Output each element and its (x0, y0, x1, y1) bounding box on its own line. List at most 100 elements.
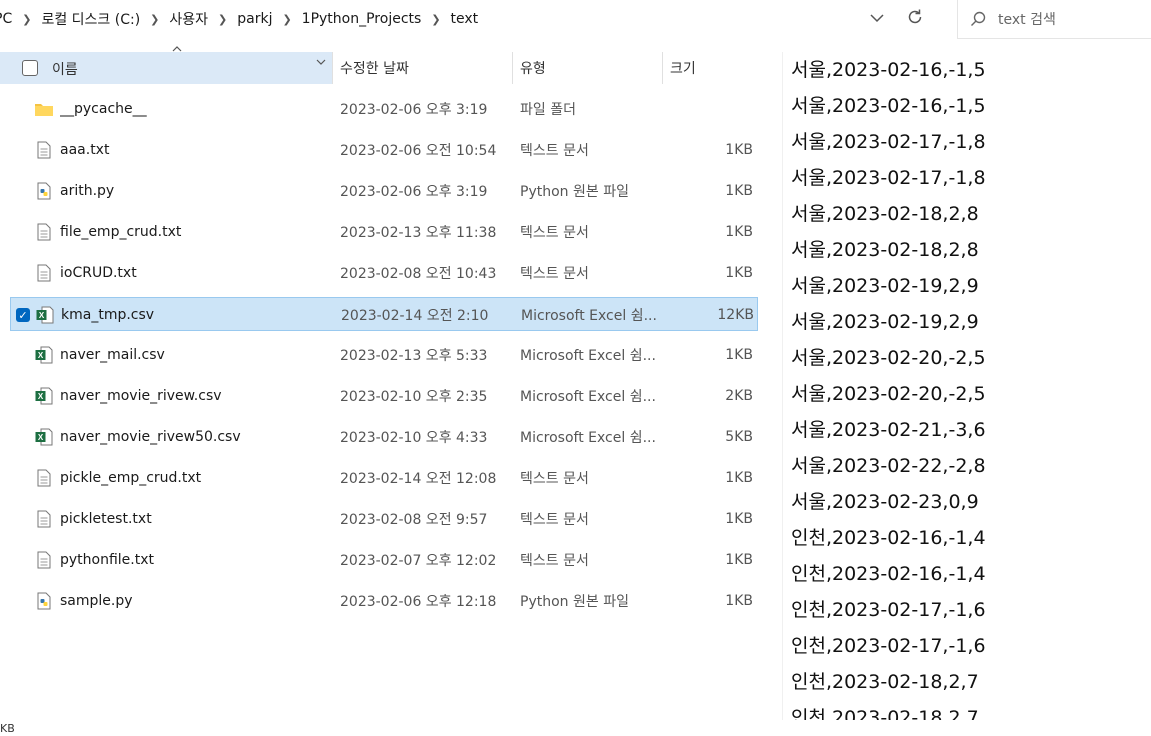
row-checkbox[interactable] (15, 338, 31, 372)
search-box[interactable]: text 검색 (957, 0, 1151, 39)
file-row[interactable]: __pycache__ 2023-02-06 오후 3:19 파일 폴더 (10, 92, 758, 126)
preview-pane: 서울,2023-02-16,-1,5 서울,2023-02-16,-1,5 서울,2… (783, 52, 1151, 720)
column-header-date[interactable]: 수정한 날짜 (340, 52, 409, 84)
file-date: 2023-02-06 오전 10:54 (340, 143, 497, 159)
file-date: 2023-02-06 오후 3:19 (340, 184, 488, 200)
preview-line: 서울,2023-02-22,-2,8 (791, 455, 986, 477)
column-header-name-label: 이름 (52, 62, 78, 78)
row-checkbox[interactable] (15, 215, 31, 249)
chevron-right-icon[interactable]: ❯ (276, 13, 297, 26)
file-type: 텍스트 문서 (520, 266, 589, 282)
preview-line: 서울,2023-02-16,-1,5 (791, 59, 986, 81)
file-date: 2023-02-10 오후 2:35 (340, 389, 488, 405)
file-name[interactable]: __pycache__ (60, 92, 330, 126)
preview-line: 인천,2023-02-17,-1,6 (791, 635, 986, 657)
chevron-right-icon[interactable]: ❯ (212, 13, 233, 26)
preview-line: 서울,2023-02-20,-2,5 (791, 347, 986, 369)
file-row[interactable]: pickletest.txt 2023-02-08 오전 9:57 텍스트 문서 1K… (10, 502, 758, 536)
row-checkbox[interactable] (15, 543, 31, 577)
file-name[interactable]: pickle_emp_crud.txt (60, 461, 330, 495)
column-divider[interactable] (662, 52, 663, 84)
row-checkbox[interactable] (15, 584, 31, 618)
row-checkbox[interactable] (15, 256, 31, 290)
file-row[interactable]: Xnaver_movie_rivew.csv 2023-02-10 오후 2:35… (10, 379, 758, 413)
file-name[interactable]: naver_mail.csv (60, 338, 330, 372)
breadcrumb[interactable]: PC ❯ 로컬 디스크 (C:) ❯ 사용자 ❯ parkj ❯ 1Python… (0, 0, 945, 38)
column-header-size[interactable]: 크기 (670, 52, 696, 84)
svg-text:X: X (38, 392, 44, 401)
excel-file-icon: X (35, 298, 55, 332)
file-size: 1KB (725, 142, 753, 158)
file-date: 2023-02-10 오후 4:33 (340, 430, 488, 446)
preview-line: 인천,2023-02-18,2,7 (791, 707, 979, 720)
row-checkbox[interactable] (15, 502, 31, 536)
breadcrumb-pc[interactable]: PC (0, 11, 16, 27)
column-divider[interactable] (332, 52, 333, 84)
file-name[interactable]: naver_movie_rivew.csv (60, 379, 330, 413)
column-header-name[interactable]: 이름 (0, 46, 332, 84)
file-name[interactable]: file_emp_crud.txt (60, 215, 330, 249)
file-row[interactable]: Xnaver_mail.csv 2023-02-13 오후 5:33 Microso… (10, 338, 758, 372)
chevron-right-icon[interactable]: ❯ (16, 13, 37, 26)
row-checkbox[interactable] (15, 420, 31, 454)
breadcrumb-text[interactable]: text (447, 11, 483, 27)
row-checkbox[interactable]: ✓ (16, 298, 32, 332)
file-name[interactable]: sample.py (60, 584, 330, 618)
file-row[interactable]: pickle_emp_crud.txt 2023-02-14 오전 12:08 텍스… (10, 461, 758, 495)
file-size: 1KB (725, 183, 753, 199)
file-date: 2023-02-13 오후 5:33 (340, 348, 488, 364)
svg-text:X: X (39, 311, 45, 320)
file-size: 1KB (725, 224, 753, 240)
breadcrumb-projects[interactable]: 1Python_Projects (298, 11, 426, 27)
refresh-button[interactable] (896, 0, 934, 38)
file-row[interactable]: ioCRUD.txt 2023-02-08 오전 10:43 텍스트 문서 1KB (10, 256, 758, 290)
file-size: 1KB (725, 265, 753, 281)
file-name[interactable]: pickletest.txt (60, 502, 330, 536)
filter-dropdown-icon[interactable] (316, 58, 326, 69)
checkmark-icon: ✓ (16, 308, 30, 322)
excel-file-icon: X (34, 338, 54, 372)
chevron-right-icon[interactable]: ❯ (144, 13, 165, 26)
preview-line: 서울,2023-02-16,-1,5 (791, 95, 986, 117)
row-checkbox[interactable] (15, 379, 31, 413)
file-row[interactable]: pythonfile.txt 2023-02-07 오후 12:02 텍스트 문서 1… (10, 543, 758, 577)
file-type: Microsoft Excel 쉼... (520, 389, 656, 405)
file-size: 1KB (725, 511, 753, 527)
search-input[interactable]: text 검색 (998, 9, 1056, 29)
file-date: 2023-02-08 오전 9:57 (340, 512, 488, 528)
file-date: 2023-02-14 오전 12:08 (340, 471, 497, 487)
row-checkbox[interactable] (15, 461, 31, 495)
column-divider[interactable] (512, 52, 513, 84)
column-header-type[interactable]: 유형 (520, 52, 546, 84)
file-row[interactable]: ✓ Xkma_tmp.csv 2023-02-14 오전 2:10 Microsoft… (10, 297, 758, 331)
column-header-row: 이름 수정한 날짜 유형 크기 (0, 46, 770, 84)
file-size: 1KB (725, 593, 753, 609)
file-type: Python 원본 파일 (520, 184, 629, 200)
breadcrumb-users[interactable]: 사용자 (165, 9, 212, 29)
preview-line: 인천,2023-02-16,-1,4 (791, 527, 986, 549)
chevron-right-icon[interactable]: ❯ (425, 13, 446, 26)
file-name[interactable]: naver_movie_rivew50.csv (60, 420, 330, 454)
file-row[interactable]: arith.py 2023-02-06 오후 3:19 Python 원본 파일 1K… (10, 174, 758, 208)
breadcrumb-local-disk[interactable]: 로컬 디스크 (C:) (37, 9, 144, 29)
file-name[interactable]: pythonfile.txt (60, 543, 330, 577)
file-name[interactable]: ioCRUD.txt (60, 256, 330, 290)
file-row[interactable]: Xnaver_movie_rivew50.csv 2023-02-10 오후 4:… (10, 420, 758, 454)
file-type: Python 원본 파일 (520, 594, 629, 610)
preview-line: 서울,2023-02-17,-1,8 (791, 167, 986, 189)
file-name[interactable]: kma_tmp.csv (61, 298, 331, 332)
file-row[interactable]: sample.py 2023-02-06 오후 12:18 Python 원본 파일… (10, 584, 758, 618)
history-dropdown-button[interactable] (858, 0, 896, 38)
file-type: 텍스트 문서 (520, 225, 589, 241)
row-checkbox[interactable] (15, 133, 31, 167)
file-row[interactable]: file_emp_crud.txt 2023-02-13 오후 11:38 텍스트 … (10, 215, 758, 249)
breadcrumb-parkj[interactable]: parkj (233, 11, 276, 27)
file-row[interactable]: aaa.txt 2023-02-06 오전 10:54 텍스트 문서 1KB (10, 133, 758, 167)
file-name[interactable]: aaa.txt (60, 133, 330, 167)
address-toolbar: PC ❯ 로컬 디스크 (C:) ❯ 사용자 ❯ parkj ❯ 1Python… (0, 0, 1151, 40)
file-name[interactable]: arith.py (60, 174, 330, 208)
row-checkbox[interactable] (15, 174, 31, 208)
row-checkbox[interactable] (15, 92, 31, 126)
select-all-checkbox[interactable] (22, 60, 38, 76)
file-type: 텍스트 문서 (520, 471, 589, 487)
